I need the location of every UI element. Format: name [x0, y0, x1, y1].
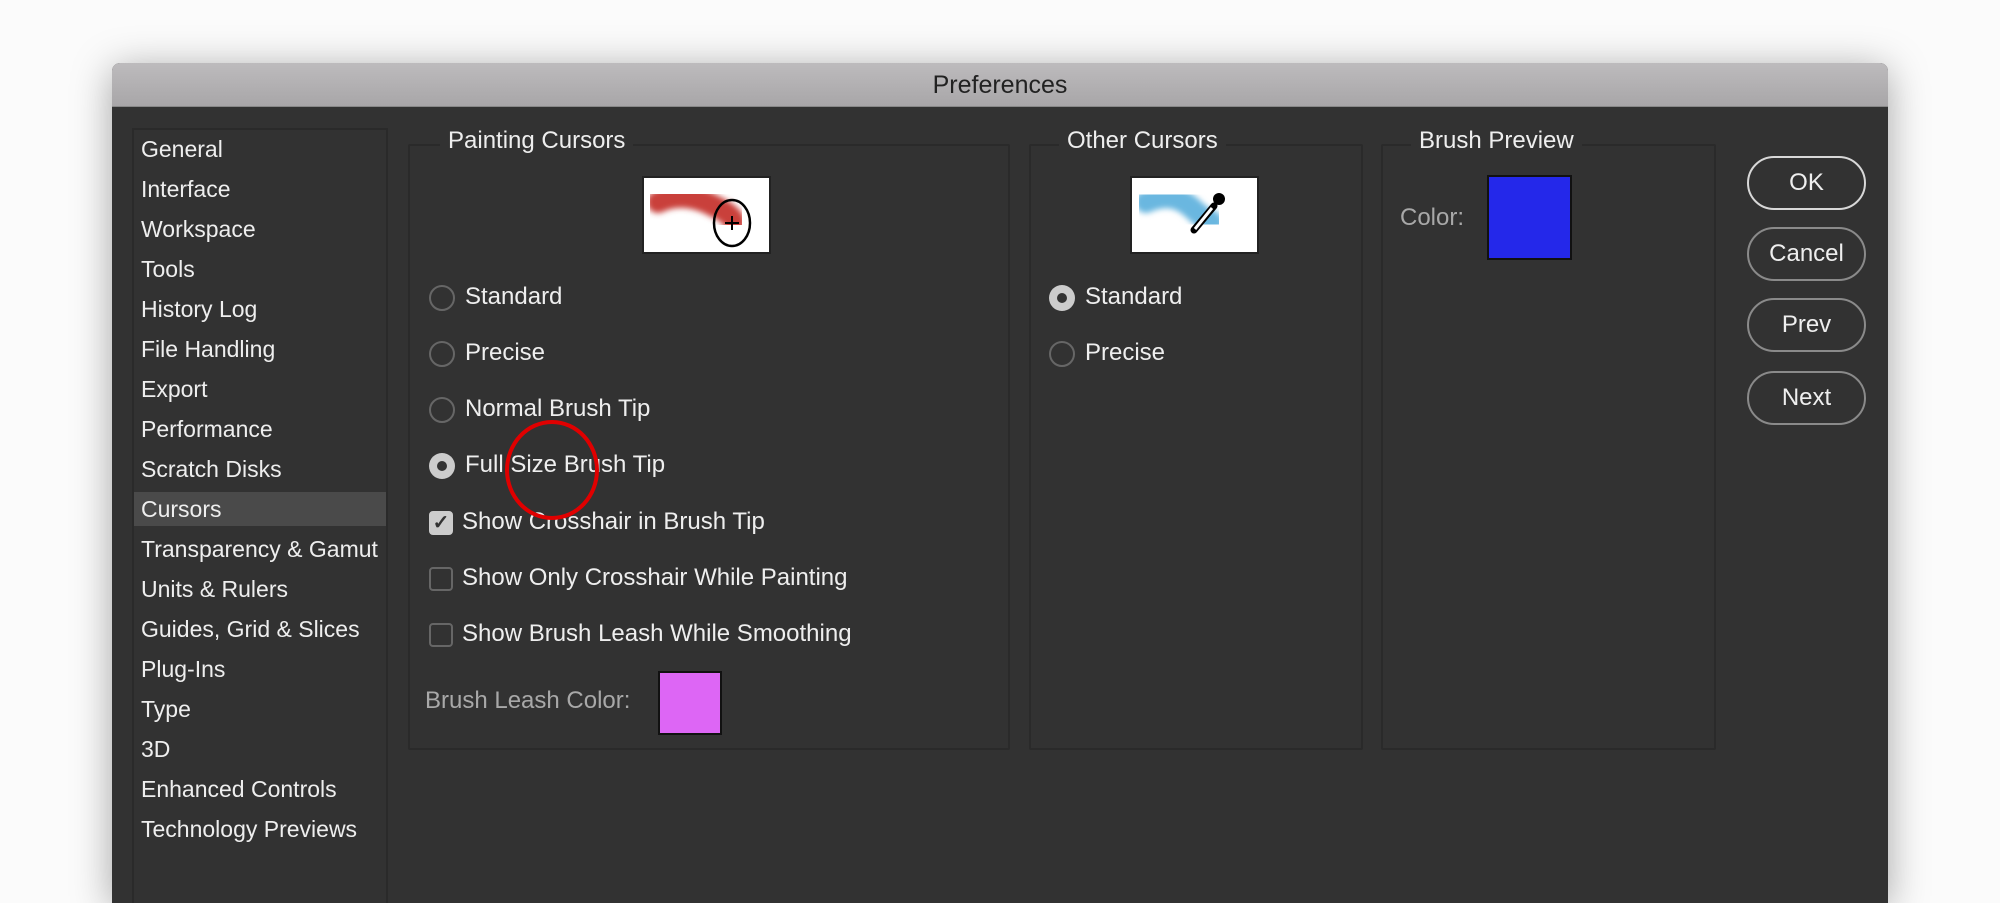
radio-standard[interactable]	[1049, 285, 1075, 311]
brush-color-label: Color:	[1400, 204, 1465, 231]
sidebar-item-transparency-gamut[interactable]: Transparency & Gamut	[134, 532, 386, 566]
preferences-dialog: Preferences General Interface Workspace Too…	[112, 63, 1888, 903]
panel-title: Other Cursors	[1059, 127, 1226, 155]
sidebar-item-enhanced-controls[interactable]: Enhanced Controls	[134, 772, 386, 806]
next-button[interactable]: Next	[1747, 371, 1866, 425]
sidebar-item-scratch-disks[interactable]: Scratch Disks	[134, 452, 386, 486]
brush-leash-color-label: Brush Leash Color:	[425, 687, 631, 714]
panel-title: Brush Preview	[1411, 127, 1582, 155]
other-cursor-preview	[1130, 176, 1259, 254]
sidebar-item-tools[interactable]: Tools	[134, 252, 386, 286]
brush-preview-color-swatch[interactable]	[1487, 175, 1572, 260]
checkbox-label[interactable]: Show Brush Leash While Smoothing	[462, 620, 852, 648]
sidebar-item-export[interactable]: Export	[134, 372, 386, 406]
other-cursors-panel: Other Cursors Standard Precise	[1029, 127, 1363, 750]
brush-preview-panel: Brush Preview Color:	[1381, 127, 1716, 750]
brush-cursor-icon	[647, 185, 752, 248]
window-title: Preferences	[112, 63, 1888, 107]
sidebar-item-units-rulers[interactable]: Units & Rulers	[134, 572, 386, 606]
prev-button[interactable]: Prev	[1747, 298, 1866, 352]
sidebar-item-cursors[interactable]: Cursors	[134, 492, 386, 526]
checkbox-label[interactable]: Show Only Crosshair While Painting	[462, 564, 848, 592]
brush-leash-color-swatch[interactable]	[658, 671, 722, 735]
cancel-button[interactable]: Cancel	[1747, 227, 1866, 281]
sidebar-item-type[interactable]: Type	[134, 692, 386, 726]
sidebar-item-general[interactable]: General	[134, 132, 386, 166]
sidebar-item-3d[interactable]: 3D	[134, 732, 386, 766]
eyedropper-cursor-icon	[1135, 186, 1225, 234]
ok-button[interactable]: OK	[1747, 156, 1866, 210]
sidebar-item-workspace[interactable]: Workspace	[134, 212, 386, 246]
radio-precise[interactable]	[1049, 341, 1075, 367]
sidebar-item-guides-grid-slices[interactable]: Guides, Grid & Slices	[134, 612, 386, 646]
sidebar-item-history-log[interactable]: History Log	[134, 292, 386, 326]
highlight-annotation-circle	[505, 420, 599, 520]
radio-label[interactable]: Precise	[465, 339, 545, 367]
radio-full-size-brush-tip[interactable]	[429, 453, 455, 479]
radio-precise[interactable]	[429, 341, 455, 367]
checkbox-show-brush-leash-while-smoothing[interactable]	[429, 623, 453, 647]
checkbox-label[interactable]: Show Crosshair in Brush Tip	[462, 508, 765, 536]
painting-cursor-preview	[642, 176, 771, 254]
sidebar-item-file-handling[interactable]: File Handling	[134, 332, 386, 366]
radio-label[interactable]: Standard	[1085, 283, 1182, 311]
radio-normal-brush-tip[interactable]	[429, 397, 455, 423]
checkbox-show-crosshair-in-brush-tip[interactable]: ✓	[429, 511, 453, 535]
painting-cursors-panel: Painting Cursors Standard Precise Normal B…	[408, 127, 1010, 750]
radio-label[interactable]: Precise	[1085, 339, 1165, 367]
radio-standard[interactable]	[429, 285, 455, 311]
radio-label[interactable]: Normal Brush Tip	[465, 395, 650, 423]
panel-title: Painting Cursors	[440, 127, 634, 155]
checkbox-show-only-crosshair-while-painting[interactable]	[429, 567, 453, 591]
sidebar-item-performance[interactable]: Performance	[134, 412, 386, 446]
radio-label[interactable]: Standard	[465, 283, 562, 311]
sidebar-item-plug-ins[interactable]: Plug-Ins	[134, 652, 386, 686]
sidebar-item-interface[interactable]: Interface	[134, 172, 386, 206]
sidebar-item-technology-previews[interactable]: Technology Previews	[134, 812, 386, 846]
sidebar: General Interface Workspace Tools History Lo…	[132, 128, 388, 903]
